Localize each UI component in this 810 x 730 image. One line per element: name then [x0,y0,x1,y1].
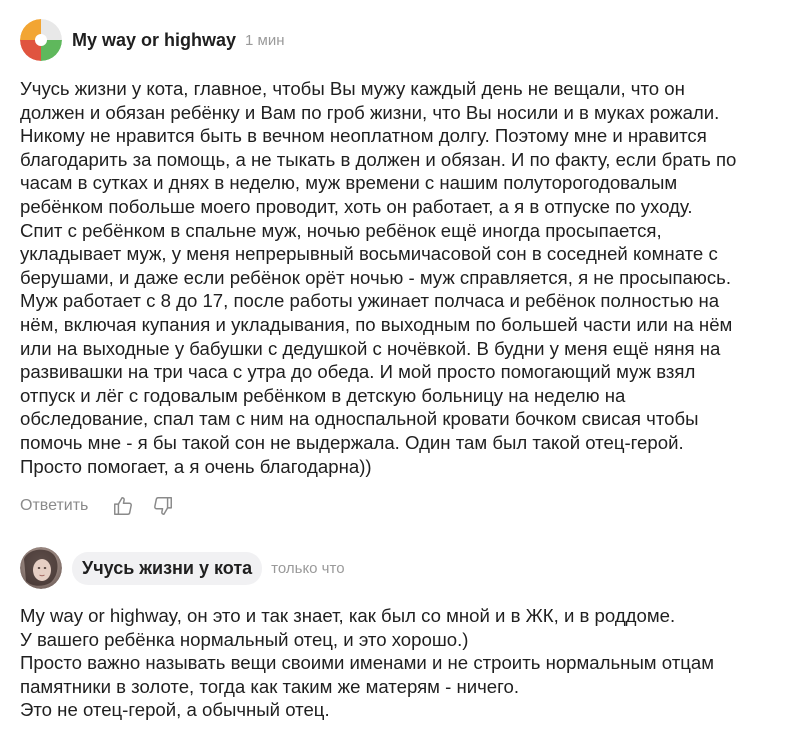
comment-text-line: Просто помогает, а я очень благодарна)) [20,455,372,477]
comment-text-line: обследование, спал там с ним на односпал… [20,408,699,430]
user-photo-avatar[interactable] [20,547,62,589]
comment-text-line: My way or highway, он это и так знает, к… [20,605,676,626]
thumbs-down-icon[interactable] [150,493,176,519]
comment: My way or highway 1 мин Учусь жизни у ко… [20,18,796,520]
reply-button[interactable]: Ответить [20,497,88,515]
comment-header: Учусь жизни у кота только что [20,546,796,590]
comment-timestamp: только что [271,560,345,577]
comment-text-line: должен и обязан ребёнку и Вам по гроб жи… [20,101,720,123]
comment-body: Учусь жизни у кота, главное, чтобы Вы му… [20,77,796,478]
comment-text-line: берушами, и даже если ребёнок орёт ночью… [20,266,731,288]
comment-author-link[interactable]: My way or highway [72,30,236,51]
comment-text-line: Это не отец-герой, а обычный отец. [20,699,330,721]
comment-text-line: помочь мне - я бы такой сон не выдержала… [20,431,684,453]
comment-text-line: У вашего ребёнка нормальный отец, и это … [20,628,469,650]
comment-text-line: Спит с ребёнком в спальне муж, ночью реб… [20,219,662,241]
comment-text-line: Никому не нравится быть в вечном неоплат… [20,125,707,147]
comment-text-line: Учусь жизни у кота, главное, чтобы Вы му… [20,78,685,99]
comment-text-line: отпуск и лёг с годовалым ребёнком в детс… [20,384,626,406]
comment-reply: Учусь жизни у кота только что My way or … [20,546,796,722]
comment-text-line: памятники в золоте, тогда как таким же м… [20,675,520,697]
zen-logo-avatar-icon[interactable] [20,19,62,61]
comment-text-line: Муж работает с 8 до 17, после работы ужи… [20,290,720,312]
comment-timestamp: 1 мин [245,32,285,49]
comment-text-line: Просто важно называть вещи своими именам… [20,652,714,674]
comment-text-line: часам в сутках и днях в неделю, муж врем… [20,172,678,194]
comment-text-line: или на выходные у бабушки с дедушкой с н… [20,337,721,359]
comment-text-line: укладывает муж, у меня непрерывный восьм… [20,243,718,265]
comment-actions: Ответить [20,492,796,520]
comment-header: My way or highway 1 мин [20,18,796,62]
comment-text-line: нём, включая купания и укладывания, по в… [20,313,733,335]
comment-text-line: развивашки на три часа с утра до обеда. … [20,361,696,383]
comment-text-line: ребёнком побольше моего проводит, хоть о… [20,195,693,217]
thumbs-up-icon[interactable] [110,493,136,519]
comment-text-line: благодарить за помощь, а не тыкать в дол… [20,148,737,170]
comment-author-link[interactable]: Учусь жизни у кота [72,551,263,585]
comment-body: My way or highway, он это и так знает, к… [20,604,796,722]
